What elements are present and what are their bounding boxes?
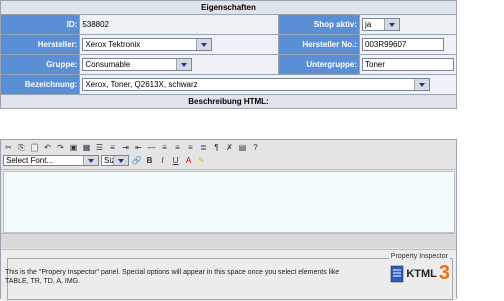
toolbar-row-2: Select Font... Siz 🔗 B I U A ✎	[3, 155, 207, 166]
underline-icon[interactable]: U	[170, 155, 181, 166]
shop-aktiv-value: ja	[365, 20, 372, 29]
paragraph-icon[interactable]: ¶	[211, 142, 222, 153]
justify-icon[interactable]: ≣	[198, 142, 209, 153]
font-select[interactable]: Select Font...	[3, 155, 99, 166]
document-icon	[391, 265, 404, 282]
property-inspector: Property Inspector This is the "Propery …	[1, 249, 456, 301]
italic-icon[interactable]: I	[157, 155, 168, 166]
size-select-value: Siz	[104, 156, 113, 165]
table-icon[interactable]: ▦	[81, 142, 92, 153]
redo-icon[interactable]: ↷	[55, 142, 66, 153]
chevron-down-icon[interactable]	[176, 59, 192, 70]
horizontal-rule-icon[interactable]: —	[146, 142, 157, 153]
size-select[interactable]: Siz	[101, 155, 129, 166]
html-view-icon[interactable]: ▤	[237, 142, 248, 153]
align-left-icon[interactable]: ≡	[159, 142, 170, 153]
undo-icon[interactable]: ↶	[42, 142, 53, 153]
bezeichnung-value: Xerox, Toner, Q2613X, schwarz	[85, 80, 198, 89]
logo-number: 3	[438, 262, 450, 284]
properties-table: Eigenschaften ID: 538802 Shop aktiv: ja …	[0, 0, 457, 109]
hersteller-value: Xerox Tektronix	[85, 40, 141, 49]
text-color-icon[interactable]: A	[183, 155, 194, 166]
help-icon[interactable]: ?	[250, 142, 261, 153]
align-center-icon[interactable]: ≡	[172, 142, 183, 153]
gruppe-select[interactable]: Consumable	[82, 58, 193, 71]
copy-icon[interactable]: ⎘	[16, 142, 27, 153]
property-inspector-title: Property Inspector	[388, 253, 450, 260]
font-select-value: Select Font...	[6, 156, 54, 165]
shop-aktiv-label: Shop aktiv:	[278, 14, 360, 35]
editor-toolbar: ✂ ⎘ 📋 ↶ ↷ ▣ ▦ ☰ ≡ ⇥ ⇤ — ≡ ≡ ≡ ≣ ¶ ✗ ▤ ? …	[1, 140, 456, 170]
id-value: 538802	[79, 14, 280, 35]
ktml-logo: KTML 3	[390, 262, 450, 285]
bezeichnung-select[interactable]: Xerox, Toner, Q2613X, schwarz	[82, 78, 431, 91]
paste-icon[interactable]: 📋	[29, 142, 40, 153]
logo-text: KTML	[406, 267, 437, 280]
align-right-icon[interactable]: ≡	[185, 142, 196, 153]
page: Eigenschaften ID: 538802 Shop aktiv: ja …	[0, 0, 502, 301]
cut-icon[interactable]: ✂	[3, 142, 14, 153]
hersteller-no-value: 003R99607	[365, 40, 407, 49]
untergruppe-select[interactable]: Toner	[362, 58, 454, 71]
gruppe-label: Gruppe:	[0, 54, 81, 75]
editor-content-area[interactable]	[3, 171, 455, 233]
editor-status-strip	[1, 233, 456, 248]
highlight-icon[interactable]: ✎	[196, 155, 207, 166]
description-header: Beschreibung HTML:	[0, 94, 457, 109]
id-label: ID:	[0, 14, 81, 35]
chevron-down-icon[interactable]	[83, 156, 98, 165]
hersteller-no-label: Hersteller No.:	[278, 34, 360, 55]
clean-icon[interactable]: ✗	[224, 142, 235, 153]
image-icon[interactable]: ▣	[68, 142, 79, 153]
untergruppe-value: Toner	[365, 60, 386, 69]
bold-icon[interactable]: B	[144, 155, 155, 166]
link-icon[interactable]: 🔗	[131, 155, 142, 166]
untergruppe-label: Untergruppe:	[278, 54, 360, 75]
hersteller-select[interactable]: Xerox Tektronix	[82, 38, 213, 51]
hersteller-no-input[interactable]: 003R99607	[362, 38, 444, 51]
outdent-icon[interactable]: ⇤	[133, 142, 144, 153]
unordered-list-icon[interactable]: ☰	[94, 142, 105, 153]
ordered-list-icon[interactable]: ≡	[107, 142, 118, 153]
gruppe-value: Consumable	[85, 60, 131, 69]
html-editor: ✂ ⎘ 📋 ↶ ↷ ▣ ▦ ☰ ≡ ⇥ ⇤ — ≡ ≡ ≡ ≣ ¶ ✗ ▤ ? …	[0, 139, 457, 301]
bezeichnung-label: Bezeichnung:	[0, 74, 81, 95]
property-inspector-text: This is the "Propery Inspector" panel. S…	[5, 269, 340, 285]
properties-header: Eigenschaften	[0, 0, 457, 15]
chevron-down-icon[interactable]	[414, 79, 430, 90]
shop-aktiv-select[interactable]: ja	[362, 18, 400, 31]
toolbar-row-1: ✂ ⎘ 📋 ↶ ↷ ▣ ▦ ☰ ≡ ⇥ ⇤ — ≡ ≡ ≡ ≣ ¶ ✗ ▤ ?	[3, 142, 261, 153]
indent-icon[interactable]: ⇥	[120, 142, 131, 153]
hersteller-label: Hersteller:	[0, 34, 81, 55]
chevron-down-icon[interactable]	[113, 156, 128, 165]
chevron-down-icon[interactable]	[196, 39, 212, 50]
chevron-down-icon[interactable]	[384, 19, 399, 30]
